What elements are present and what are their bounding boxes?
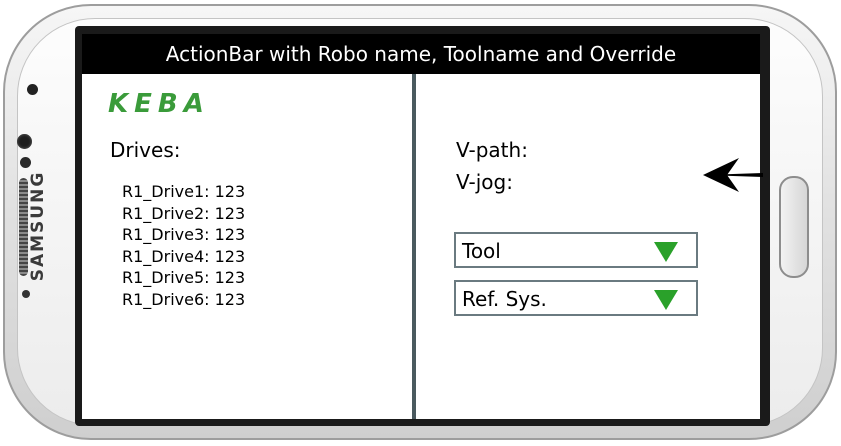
- drive-row: R1_Drive3: 123: [122, 225, 246, 244]
- tool-dropdown[interactable]: Tool: [454, 232, 698, 268]
- app-screen: ActionBar with Robo name, Toolname and O…: [82, 34, 760, 419]
- panel-divider: [412, 74, 416, 419]
- drive-row: R1_Drive2: 123: [122, 203, 246, 223]
- home-button[interactable]: [779, 176, 809, 278]
- device-brand-label: SAMSUNG: [28, 170, 48, 282]
- tool-dropdown-label: Tool: [462, 239, 501, 263]
- front-sensor-icon: [27, 84, 38, 95]
- front-camera-icon: [17, 134, 32, 149]
- ref-sys-dropdown-label: Ref. Sys.: [462, 287, 547, 311]
- triangle-down-icon[interactable]: [654, 290, 678, 310]
- keba-logo: KEBA: [108, 89, 210, 118]
- ref-sys-dropdown[interactable]: Ref. Sys.: [454, 280, 698, 316]
- drive-row: R1_Drive1: 123: [122, 182, 246, 201]
- drives-heading: Drives:: [110, 138, 181, 162]
- drive-row: R1_Drive4: 123: [122, 246, 246, 266]
- vpath-label: V-path:: [456, 138, 528, 162]
- earpiece-speaker: [19, 178, 28, 276]
- arrow-left-icon: [703, 158, 763, 192]
- keba-logo-text: KEBA: [108, 89, 210, 118]
- drive-row: R1_Drive6: 123: [122, 289, 246, 309]
- triangle-down-icon[interactable]: [654, 242, 678, 262]
- drive-row: R1_Drive5: 123: [122, 268, 246, 287]
- action-bar[interactable]: ActionBar with Robo name, Toolname and O…: [82, 34, 760, 74]
- proximity-sensor-icon: [20, 157, 31, 168]
- drive-list: R1_Drive1: 123 R1_Drive2: 123 R1_Drive3:…: [122, 181, 245, 310]
- notification-led-icon: [22, 290, 30, 298]
- vjog-label: V-jog:: [456, 170, 513, 194]
